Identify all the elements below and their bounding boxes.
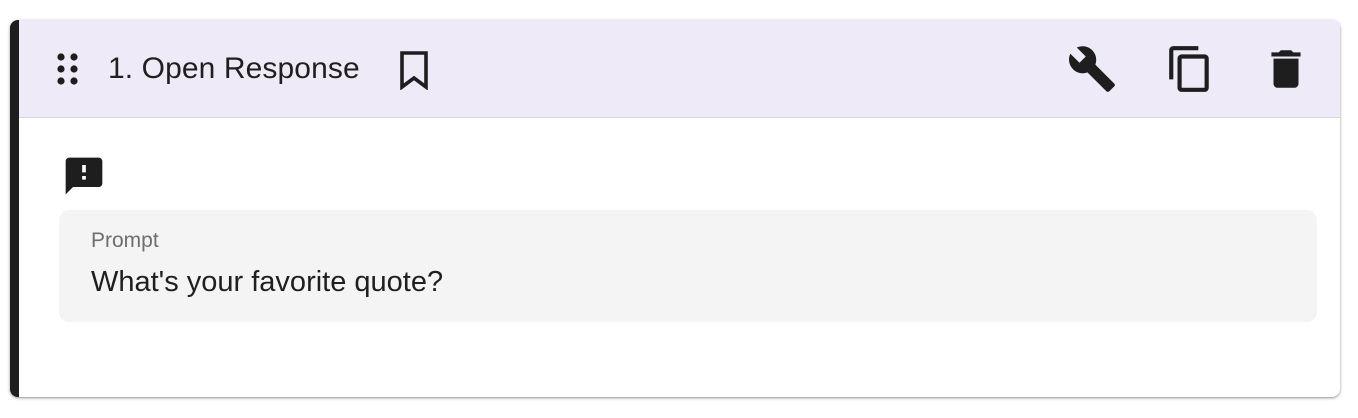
prompt-field[interactable]: Prompt What's your favorite quote?: [59, 210, 1317, 322]
question-card: 1. Open Response Prompt What's your favo…: [10, 20, 1340, 397]
wrench-icon[interactable]: [1067, 44, 1117, 94]
question-title: 1. Open Response: [108, 52, 360, 85]
prompt-label: Prompt: [91, 229, 159, 252]
feedback-alert-icon: [62, 154, 106, 198]
copy-icon[interactable]: [1165, 44, 1215, 94]
trash-icon[interactable]: [1261, 44, 1311, 94]
bookmark-icon[interactable]: [397, 50, 431, 91]
drag-handle-icon[interactable]: [57, 53, 79, 85]
prompt-value: What's your favorite quote?: [91, 266, 444, 298]
question-header: 1. Open Response: [19, 20, 1340, 118]
